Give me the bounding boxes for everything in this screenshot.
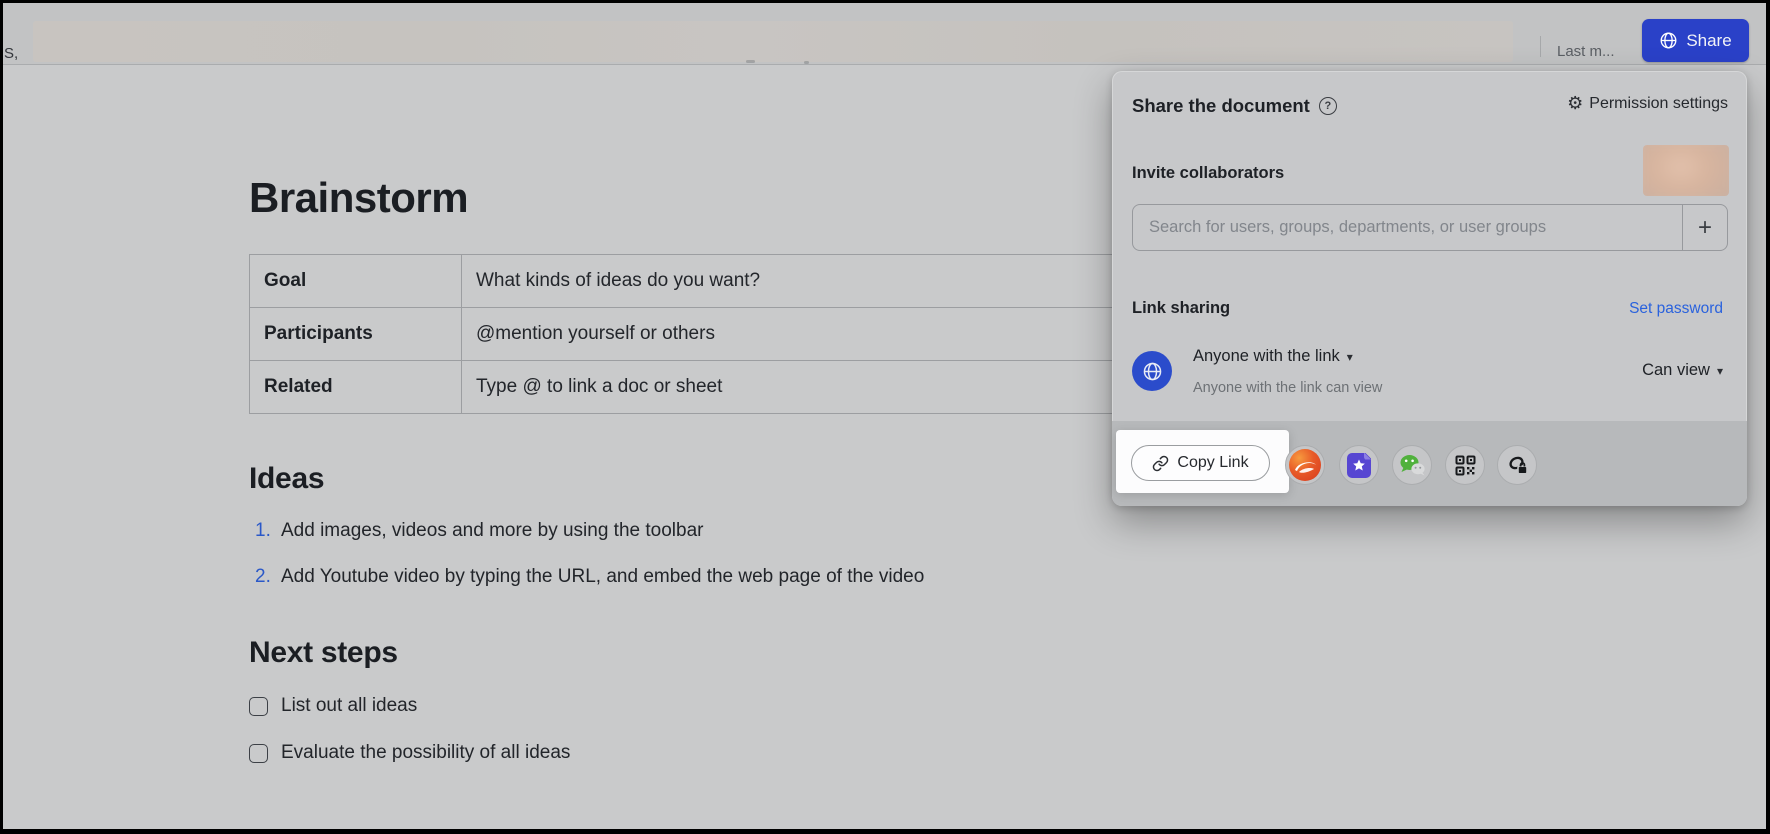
collaborator-search-input[interactable] xyxy=(1133,205,1682,250)
share-channel-starred-doc[interactable] xyxy=(1339,445,1379,485)
checkbox-unchecked[interactable] xyxy=(249,743,268,763)
permission-level-value: Can view xyxy=(1642,361,1710,379)
link-access-value: Anyone with the link xyxy=(1193,347,1340,365)
truncated-left-text: S, xyxy=(4,45,19,62)
app-window: S, Last m... Share Brainstorm Goal What … xyxy=(3,3,1766,829)
todo-item: List out all ideas xyxy=(249,695,417,717)
link-access-dropdown[interactable]: Anyone with the link ▾ xyxy=(1193,347,1353,366)
collaborator-search-box: + xyxy=(1132,204,1728,251)
ordered-list-item: 2. Add Youtube video by typing the URL, … xyxy=(255,565,924,589)
table-cell-value[interactable]: @mention yourself or others xyxy=(461,307,1127,361)
help-icon[interactable]: ? xyxy=(1318,97,1337,115)
blurred-toolbar-remnant xyxy=(804,61,809,64)
share-channel-protected-link[interactable] xyxy=(1497,445,1537,485)
last-modified-label: Last m... xyxy=(1557,43,1615,60)
toolbar-divider xyxy=(1540,36,1541,57)
chevron-down-icon: ▾ xyxy=(1716,363,1723,378)
plus-icon: + xyxy=(1697,213,1712,241)
table-cell-value[interactable]: What kinds of ideas do you want? xyxy=(461,254,1127,308)
table-row: Participants @mention yourself or others xyxy=(249,307,1127,361)
list-text: Add Youtube video by typing the URL, and… xyxy=(281,566,925,587)
ideas-heading: Ideas xyxy=(249,462,325,495)
globe-icon xyxy=(1660,32,1677,49)
share-popover: Share the document ? ⚙ Permission settin… xyxy=(1112,71,1747,506)
blurred-toolbar-strip xyxy=(33,21,1513,62)
qr-code-icon xyxy=(1455,455,1475,475)
table-row: Related Type @ to link a doc or sheet xyxy=(249,360,1127,414)
gear-icon: ⚙ xyxy=(1567,93,1584,114)
list-text: Add images, videos and more by using the… xyxy=(281,520,704,541)
table-cell-value[interactable]: Type @ to link a doc or sheet xyxy=(461,360,1127,414)
todo-text: Evaluate the possibility of all ideas xyxy=(281,742,571,763)
star-glyph xyxy=(1353,459,1365,471)
list-number: 1. xyxy=(255,520,271,541)
chevron-down-icon: ▾ xyxy=(1346,349,1353,364)
link-access-description: Anyone with the link can view xyxy=(1193,380,1383,396)
share-channel-wechat[interactable] xyxy=(1392,445,1432,485)
protected-link-icon xyxy=(1508,456,1528,475)
add-collaborator-button[interactable]: + xyxy=(1682,205,1727,250)
table-row: Goal What kinds of ideas do you want? xyxy=(249,254,1127,308)
globe-icon xyxy=(1143,362,1161,380)
share-button[interactable]: Share xyxy=(1642,19,1749,62)
share-channel-lark[interactable] xyxy=(1285,445,1325,485)
document-title: Brainstorm xyxy=(249,174,469,221)
link-icon xyxy=(1153,455,1169,471)
share-button-label: Share xyxy=(1686,30,1732,50)
link-sharing-label: Link sharing xyxy=(1132,299,1231,317)
next-steps-heading: Next steps xyxy=(249,636,398,669)
checkbox-unchecked[interactable] xyxy=(249,696,268,716)
table-cell-label[interactable]: Related xyxy=(249,360,462,414)
ordered-list-item: 1. Add images, videos and more by using … xyxy=(255,519,703,543)
todo-item: Evaluate the possibility of all ideas xyxy=(249,742,570,764)
link-access-globe-avatar xyxy=(1132,351,1172,391)
todo-text: List out all ideas xyxy=(281,695,418,716)
document-canvas: Brainstorm Goal What kinds of ideas do y… xyxy=(3,66,1766,829)
screenshot-frame: S, Last m... Share Brainstorm Goal What … xyxy=(0,0,1770,834)
permission-settings-button[interactable]: ⚙ Permission settings xyxy=(1567,95,1728,113)
lark-app-icon xyxy=(1289,449,1321,481)
copy-link-label: Copy Link xyxy=(1177,454,1249,471)
blurred-toolbar-remnant xyxy=(746,60,755,63)
popover-title: Share the document ? xyxy=(1132,95,1337,117)
starred-doc-icon xyxy=(1347,451,1372,478)
set-password-link[interactable]: Set password xyxy=(1629,300,1723,318)
blurred-avatar xyxy=(1643,145,1729,196)
share-channel-qr-code[interactable] xyxy=(1445,445,1485,485)
wechat-icon xyxy=(1400,454,1425,475)
top-toolbar: S, Last m... Share xyxy=(3,3,1766,65)
popover-title-text: Share the document xyxy=(1132,95,1310,116)
table-cell-label[interactable]: Goal xyxy=(249,254,462,308)
permission-level-dropdown[interactable]: Can view ▾ xyxy=(1642,361,1723,380)
list-number: 2. xyxy=(255,566,271,587)
permission-settings-label: Permission settings xyxy=(1589,95,1728,112)
doc-meta-table: Goal What kinds of ideas do you want? Pa… xyxy=(249,254,1127,414)
invite-collaborators-label: Invite collaborators xyxy=(1132,164,1285,182)
table-cell-label[interactable]: Participants xyxy=(249,307,462,361)
copy-link-button[interactable]: Copy Link xyxy=(1131,445,1270,481)
